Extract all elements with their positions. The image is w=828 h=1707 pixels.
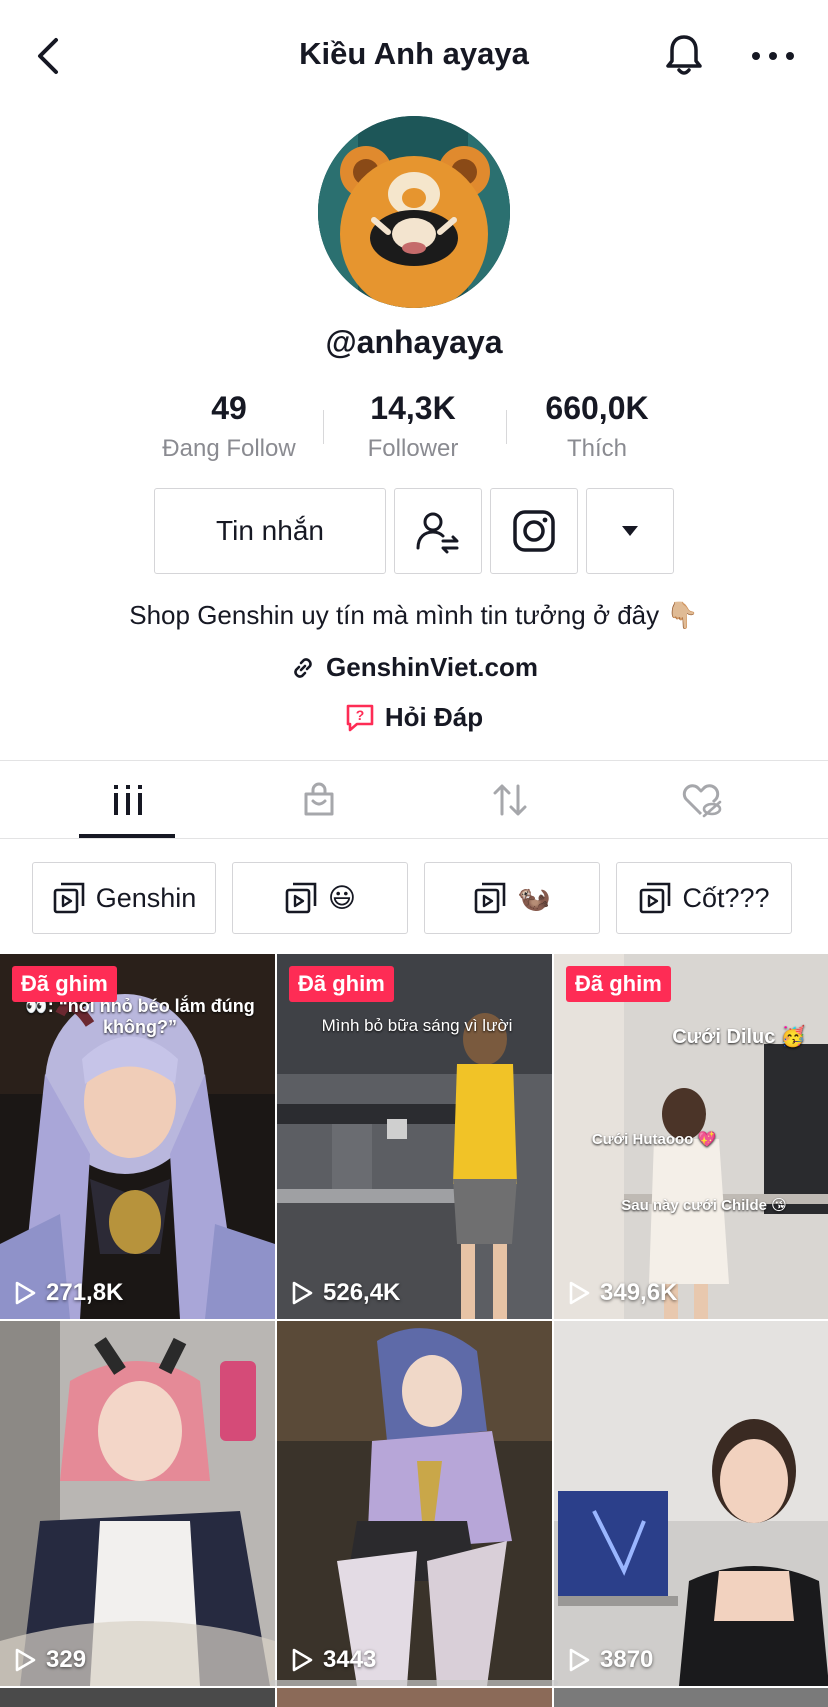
playlist-icon: [640, 882, 671, 914]
top-bar: Kiều Anh ayaya: [0, 0, 828, 110]
thumbnail-image: [277, 954, 552, 1319]
stat-label: Follower: [367, 435, 459, 462]
instagram-button[interactable]: [490, 488, 578, 574]
grid-bars-icon: [113, 785, 142, 815]
stat-label: Đang Follow: [162, 435, 296, 462]
video-thumbnail[interactable]: [0, 1688, 275, 1707]
thumbnail-image: [277, 1321, 552, 1686]
video-thumbnail[interactable]: [554, 1688, 828, 1707]
question-bubble-icon: ?: [346, 704, 374, 731]
play-icon: [15, 1281, 36, 1305]
stat-label: Thích: [566, 435, 628, 462]
follow-button[interactable]: [394, 488, 482, 574]
stat-value: 49: [211, 390, 247, 426]
view-count: 349,6K: [566, 1279, 677, 1307]
add-friend-icon: [416, 512, 459, 554]
bio-text: Shop Genshin uy tín mà mình tin tưởng ở …: [129, 600, 699, 630]
pinned-badge: Đã ghim: [12, 966, 117, 1002]
message-button[interactable]: Tin nhắn: [154, 488, 386, 574]
more-horizontal-icon[interactable]: [750, 44, 796, 68]
tab-shop[interactable]: [215, 760, 422, 840]
stat-following[interactable]: 49 Đang Follow: [134, 390, 324, 463]
bio-link[interactable]: GenshinViet.com: [0, 652, 828, 683]
view-count-text: 3870: [600, 1646, 654, 1673]
view-count: 3870: [566, 1646, 653, 1674]
stat-value: 660,0K: [545, 390, 649, 426]
play-icon: [15, 1648, 36, 1672]
thumbnail-image: [554, 1321, 828, 1686]
view-count-text: 526,4K: [323, 1279, 401, 1306]
play-icon: [569, 1281, 590, 1305]
playlist-chip[interactable]: Genshin: [32, 862, 216, 934]
video-caption: Cưới Diluc 🥳: [672, 1026, 806, 1048]
playlist-chip[interactable]: 🦦: [424, 862, 600, 934]
stat-value: 14,3K: [370, 390, 456, 426]
shopping-bag-icon: [304, 782, 333, 816]
playlist-icon: [285, 882, 317, 914]
profile-tabs: [0, 760, 828, 840]
tab-liked[interactable]: [597, 760, 804, 840]
view-count-text: 349,6K: [600, 1279, 678, 1306]
playlist-row: Genshin 😃 🦦 Cốt???: [0, 862, 828, 934]
thumbnail-image: [0, 1321, 275, 1686]
video-caption: Sau này cưới Childe 😘: [621, 1197, 787, 1214]
playlist-label: 😃: [327, 882, 357, 913]
qa-text: Hỏi Đáp: [384, 702, 484, 732]
bell-icon[interactable]: [662, 32, 706, 78]
play-icon: [569, 1648, 590, 1672]
svg-text:?: ?: [356, 707, 365, 723]
playlist-label: Genshin: [95, 882, 197, 913]
divider: [0, 838, 828, 839]
suggested-accounts-button[interactable]: [586, 488, 674, 574]
play-icon: [292, 1281, 313, 1305]
view-count: 526,4K: [289, 1279, 400, 1307]
tab-reposts[interactable]: [406, 760, 613, 840]
repost-icon: [493, 784, 526, 816]
instagram-icon: [513, 510, 555, 552]
view-count-text: 329: [46, 1646, 87, 1673]
scroll-indicator: [270, 1680, 558, 1686]
avatar[interactable]: [318, 116, 510, 308]
playlist-icon: [474, 882, 506, 914]
pinned-badge: Đã ghim: [289, 966, 394, 1002]
video-thumbnail[interactable]: Cưới Diluc 🥳 Cưới Hutaooo 💖 Sau này cưới…: [554, 954, 828, 1319]
link-icon: [294, 657, 312, 678]
username-handle: @anhayaya: [325, 324, 503, 360]
video-caption: Mình bỏ bữa sáng vì lười: [321, 1016, 513, 1035]
video-thumbnail[interactable]: 3870: [554, 1321, 828, 1686]
video-thumbnail[interactable]: 329: [0, 1321, 275, 1686]
play-icon: [292, 1648, 313, 1672]
view-count: 271,8K: [12, 1279, 123, 1307]
video-thumbnail[interactable]: 3443: [277, 1321, 552, 1686]
tab-videos[interactable]: [24, 760, 231, 840]
pinned-badge: Đã ghim: [566, 966, 671, 1002]
stat-likes[interactable]: 660,0K Thích: [502, 390, 692, 463]
hidden-heart-icon: [682, 784, 721, 818]
video-thumbnail[interactable]: [277, 1688, 552, 1707]
video-thumbnail[interactable]: 👀: “hồi nhỏ béo lắm đúng không?” Đã ghim…: [0, 954, 275, 1319]
video-caption: Cưới Hutaooo 💖: [591, 1131, 717, 1148]
view-count-text: 271,8K: [46, 1279, 124, 1306]
playlist-chip[interactable]: Cốt???: [616, 862, 792, 934]
video-thumbnail[interactable]: Mình bỏ bữa sáng vì lười Đã ghim 526,4K: [277, 954, 552, 1319]
bio-link-text: GenshinViet.com: [326, 652, 538, 682]
video-caption: 👀: “hồi nhỏ béo lắm đúng không?”: [25, 996, 255, 1037]
playlist-label: Cốt???: [682, 882, 770, 913]
profile-stats: 49 Đang Follow 14,3K Follower 660,0K Thí…: [0, 390, 828, 470]
playlist-chip[interactable]: 😃: [232, 862, 408, 934]
playlist-label: 🦦: [517, 883, 551, 913]
stat-followers[interactable]: 14,3K Follower: [318, 390, 508, 463]
caret-down-icon: [622, 526, 638, 536]
playlist-icon: [53, 882, 85, 914]
view-count-text: 3443: [323, 1646, 377, 1673]
view-count: 329: [12, 1646, 86, 1674]
view-count: 3443: [289, 1646, 376, 1674]
qa-link[interactable]: ? Hỏi Đáp: [0, 702, 828, 733]
